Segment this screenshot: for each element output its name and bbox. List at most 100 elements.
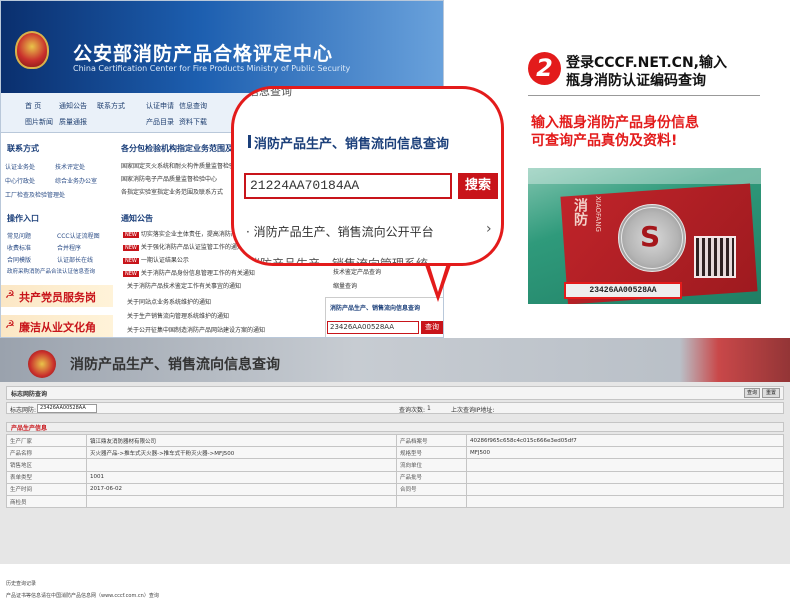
field-label: 产品批号 — [396, 470, 467, 484]
right-link[interactable]: 缩量查询 — [333, 281, 357, 290]
serial-number-highlight: 23426AA00528AA — [564, 282, 682, 299]
field-label: 销售地区 — [6, 458, 87, 472]
query-result-page: 消防产品生产、销售流向信息查询 标志网防查询 查询 重置 标志网防: 23426… — [0, 338, 790, 599]
police-emblem-icon — [28, 350, 56, 378]
nav-item-quality[interactable]: 质量通报 — [59, 117, 87, 127]
field-label: 商检员 — [6, 494, 87, 509]
count-label: 查询次数: — [399, 407, 426, 414]
bubble-heading: 消防产品生产、销售流向信息查询 — [247, 133, 449, 152]
mini-query-heading: 消防产品生产、销售流向信息查询 — [330, 305, 421, 312]
public-platform-link[interactable]: · 消防产品生产、销售流向公开平台 — [246, 223, 434, 240]
integrity-culture-banner[interactable]: 廉洁从业文化角 — [1, 315, 113, 337]
result-body: 标志网防查询 查询 重置 标志网防: 23426AA00528AA 查询次数: … — [0, 382, 790, 599]
reset-button[interactable]: 重置 — [762, 388, 780, 398]
tip-line2: 可查询产品真伪及资料! — [531, 133, 678, 149]
extinguisher-label-photo: 消防 XIAOFANG S 23426AA00528AA — [528, 168, 761, 304]
notice-item[interactable]: 关于消防产品技术鉴定工作有关事宜的通知 — [127, 281, 241, 290]
field-value — [86, 458, 397, 472]
notice-item[interactable]: NEW 关于消防产品身份信息管理工作的有关通知 — [123, 268, 255, 277]
table-row: 商检员 — [6, 494, 784, 509]
nav-item-home[interactable]: 首 页 — [25, 101, 41, 111]
new-badge: NEW — [123, 258, 139, 264]
lab-link[interactable]: 各指定实验室指定业务范围及联系方式 — [121, 187, 223, 196]
product-info-heading: 产品生产信息 — [6, 422, 784, 432]
guide-item[interactable]: 政府采购消防产品合法认证信息查询 — [7, 267, 95, 275]
notice-item[interactable]: NEW 关于强化消防产品认证监管工作的通知 — [123, 242, 243, 251]
search-button[interactable]: 搜索 — [458, 173, 498, 199]
query-code-input[interactable]: 23426AA00528AA — [37, 404, 97, 413]
right-link[interactable]: 技术鉴定产品查询 — [333, 267, 381, 276]
guide-heading: 操作入口 — [7, 214, 39, 223]
field-label: 表单类型 — [6, 470, 87, 484]
notice-item[interactable]: NEW 一期认证结果公示 — [123, 255, 189, 264]
field-value: 灭火器产品->推车式灭火器->推车式干粉灭火器->MFJ500 — [86, 446, 397, 460]
new-badge: NEW — [123, 232, 139, 238]
step-text-line2: 瓶身消防认证编码查询 — [566, 73, 706, 89]
qr-code-icon — [694, 236, 736, 278]
contact-item[interactable]: 认证业务处 — [5, 162, 35, 171]
field-label: 产品档案号 — [396, 433, 467, 448]
table-row: 生产厂家 镇江鼎友消防器材有限公司 产品档案号 40286f965c658c4c015… — [6, 433, 784, 448]
certification-code-input[interactable]: 21224AA70184AA — [244, 173, 452, 199]
divider — [528, 95, 760, 96]
photo-highlight — [528, 168, 761, 184]
contact-item[interactable]: 技术评定处 — [55, 162, 85, 171]
notice-item[interactable]: 关于同站点业务系统维护的通知 — [127, 297, 211, 306]
field-value — [86, 494, 397, 509]
nav-item-apply[interactable]: 认证申请 — [146, 101, 174, 111]
nav-item-catalog[interactable]: 产品目录 — [146, 117, 174, 127]
guide-item[interactable]: 认证部长在线 — [57, 255, 93, 264]
nav-item-search[interactable]: 信息查询 — [179, 101, 207, 111]
label-brand-en-text: XIAOFANG — [594, 196, 602, 232]
notice-heading: 通知公告 — [121, 214, 153, 223]
guide-item[interactable]: 合同模版 — [7, 255, 31, 264]
lab-link[interactable]: 国家消防电子产品质量监督检验中心 — [121, 174, 217, 183]
guide-item[interactable]: CCC认证流程图 — [57, 231, 100, 240]
guide-item[interactable]: 收费标准 — [7, 243, 31, 252]
field-label: 生产厂家 — [6, 433, 87, 448]
field-value: 镇江鼎友消防器材有限公司 — [86, 433, 397, 448]
mini-query-input[interactable]: 23426AA00528AA — [327, 321, 419, 334]
mini-query-button[interactable]: 查询 — [421, 321, 443, 334]
result-subbar: 标志网防查询 — [6, 386, 784, 400]
field-value: MFJ500 — [466, 446, 784, 460]
field-value — [466, 482, 784, 496]
field-value: 1001 — [86, 470, 397, 484]
fire-truck-image — [680, 338, 790, 382]
nav-item-contact[interactable]: 联系方式 — [97, 101, 125, 111]
new-badge: NEW — [123, 245, 139, 251]
field-value: 40286f965c658c4c015c666e3ed05df7 — [466, 433, 784, 448]
notice-item[interactable]: 关于公开征集中国制造消防产品网站建设方案的通知 — [127, 325, 265, 334]
result-footer: 产品证书等信息请在中国消防产品信息网（www.cccf.com.cn）查询 — [6, 593, 159, 599]
notice-item[interactable]: 关于生产销售流向管理系统维护的通知 — [127, 311, 229, 320]
query-button[interactable]: 查询 — [744, 388, 760, 398]
query-label: 标志网防: — [10, 407, 37, 414]
label-brand-text: 消防 — [572, 198, 588, 226]
contact-heading: 联系方式 — [7, 144, 39, 153]
nav-item-downloads[interactable]: 资料下载 — [179, 117, 207, 127]
lab-link[interactable]: 国家固定灭火系统和耐火构件质量监督检验中心 — [121, 161, 247, 170]
contact-item[interactable]: 工厂检查及检验管理处 — [5, 190, 65, 199]
table-row: 表单类型 1001 产品批号 — [6, 470, 784, 484]
nav-item-notices[interactable]: 通知公告 — [59, 101, 87, 111]
zoom-bubble: 信息查询 消防产品生产、销售流向信息查询 21224AA70184AA 搜索 ·… — [231, 86, 504, 266]
product-info-table: 生产厂家 镇江鼎友消防器材有限公司 产品档案号 40286f965c658c4c015… — [6, 433, 784, 509]
result-banner: 消防产品生产、销售流向信息查询 — [0, 338, 790, 382]
site-title: 公安部消防产品合格评定中心 — [73, 43, 334, 65]
police-emblem-icon — [15, 31, 49, 69]
guide-item[interactable]: 常见问题 — [7, 231, 31, 240]
count-value: 1 — [427, 405, 431, 412]
nav-item-photos[interactable]: 图片新闻 — [25, 117, 53, 127]
chevron-right-icon: › — [486, 221, 492, 237]
guide-item[interactable]: 合并程序 — [57, 243, 81, 252]
field-label: 规格型号 — [396, 446, 467, 460]
field-value: 2017-06-02 — [86, 482, 397, 496]
field-value — [466, 494, 784, 509]
table-row: 销售地区 流向单位 — [6, 458, 784, 472]
contact-item[interactable]: 中心行政处 — [5, 176, 35, 185]
field-value — [466, 470, 784, 484]
party-service-banner[interactable]: 共产党员服务岗 — [1, 285, 113, 307]
field-label: 流向单位 — [396, 458, 467, 472]
contact-item[interactable]: 综合业务办公室 — [55, 176, 97, 185]
history-note[interactable]: 历史查询记录 — [6, 580, 36, 587]
